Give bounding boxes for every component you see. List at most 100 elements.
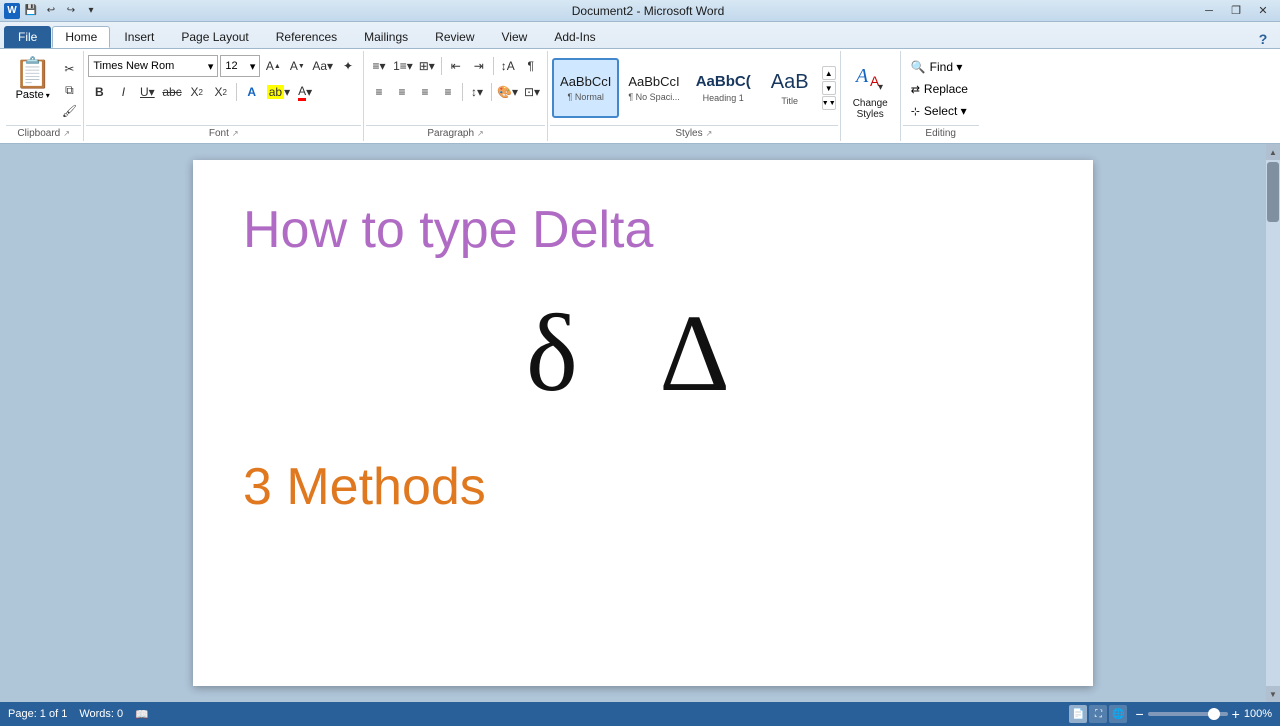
clipboard-expand-icon: ↗	[63, 129, 70, 138]
font-color-button[interactable]: A▾	[294, 81, 316, 103]
scroll-up-arrow[interactable]: ▲	[1266, 144, 1280, 160]
scroll-thumb[interactable]	[1267, 162, 1279, 222]
tab-review[interactable]: Review	[422, 26, 487, 48]
redo-qa-button[interactable]: ↪	[62, 2, 80, 20]
tab-file[interactable]: File	[4, 26, 51, 48]
style-heading1-button[interactable]: AaBbC( Heading 1	[689, 58, 758, 118]
font-size-select[interactable]: 12 ▾	[220, 55, 260, 77]
align-right-button[interactable]: ≡	[414, 81, 436, 103]
style-normal-button[interactable]: AaBbCcI ¶ Normal	[552, 58, 619, 118]
styles-up-arrow[interactable]: ▲	[822, 66, 836, 80]
select-button[interactable]: ⊹ Select ▾	[905, 101, 973, 121]
zoom-thumb[interactable]	[1208, 708, 1220, 720]
zoom-slider[interactable]	[1148, 712, 1228, 716]
web-layout-view[interactable]: 🌐	[1109, 705, 1127, 723]
copy-button[interactable]: ⧉	[59, 80, 79, 100]
tab-references[interactable]: References	[263, 26, 350, 48]
restore-button[interactable]: ❐	[1223, 2, 1249, 20]
format-painter-button[interactable]: 🖌	[59, 101, 79, 121]
para-divider4	[491, 83, 492, 101]
vertical-scrollbar[interactable]: ▲ ▼	[1266, 144, 1280, 702]
align-left-button[interactable]: ≡	[368, 81, 390, 103]
paragraph-group-label[interactable]: Paragraph ↗	[366, 125, 545, 141]
change-case-button[interactable]: Aa▾	[310, 55, 335, 77]
clear-format-button[interactable]: ✦	[337, 55, 359, 77]
line-spacing-button[interactable]: ↕▾	[466, 81, 488, 103]
underline-button[interactable]: U▾	[136, 81, 158, 103]
font-name-select[interactable]: Times New Rom ▾	[88, 55, 218, 77]
styles-group: AaBbCcI ¶ Normal AaBbCcI ¶ No Spaci... A…	[548, 51, 841, 141]
editing-group-label[interactable]: Editing	[903, 125, 979, 141]
decrease-indent-button[interactable]: ⇤	[445, 55, 467, 77]
window-title: Document2 - Microsoft Word	[572, 4, 725, 18]
save-qa-button[interactable]: 💾	[22, 2, 40, 20]
strikethrough-button[interactable]: abc	[160, 81, 183, 103]
find-button[interactable]: 🔍 Find ▾	[905, 57, 969, 77]
multilevel-button[interactable]: ⊞▾	[416, 55, 438, 77]
bold-button[interactable]: B	[88, 81, 110, 103]
print-layout-view[interactable]: 📄	[1069, 705, 1087, 723]
style-no-spacing-button[interactable]: AaBbCcI ¶ No Spaci...	[621, 58, 686, 118]
font-group-label[interactable]: Font ↗	[86, 125, 361, 141]
close-button[interactable]: ✕	[1250, 2, 1276, 20]
tab-add-ins[interactable]: Add-Ins	[541, 26, 608, 48]
styles-scroll: ▲ ▼ ▼▼	[822, 66, 836, 110]
word-icon: W	[4, 3, 20, 19]
font-row: Times New Rom ▾ 12 ▾ A▲ A▼ Aa▾ ✦	[88, 55, 359, 77]
styles-more-arrow[interactable]: ▼▼	[822, 96, 836, 110]
tab-home[interactable]: Home	[52, 26, 110, 48]
style-heading1-preview: AaBbC(	[696, 73, 751, 91]
tab-view[interactable]: View	[489, 26, 541, 48]
cut-button[interactable]: ✂	[59, 59, 79, 79]
select-label: Select ▾	[924, 104, 967, 118]
document-page[interactable]: How to type Delta δ Δ 3 Methods	[193, 160, 1093, 686]
text-highlight-button[interactable]: ab▾	[265, 81, 292, 103]
minimize-button[interactable]: ─	[1196, 2, 1222, 20]
italic-button[interactable]: I	[112, 81, 134, 103]
shrink-font-button[interactable]: A▼	[286, 55, 308, 77]
help-button[interactable]: ?	[1254, 30, 1272, 48]
styles-group-label[interactable]: Styles ↗	[550, 125, 838, 141]
style-no-spacing-preview: AaBbCcI	[628, 74, 679, 90]
bullets-button[interactable]: ≡▾	[368, 55, 390, 77]
numbering-button[interactable]: 1≡▾	[391, 55, 415, 77]
document-heading: How to type Delta	[243, 200, 1043, 260]
ribbon-content: 📋 Paste▾ ✂ ⧉ 🖌 Clipboard ↗	[0, 48, 1280, 143]
full-screen-view[interactable]: ⛶	[1089, 705, 1107, 723]
align-center-button[interactable]: ≡	[391, 81, 413, 103]
tab-insert[interactable]: Insert	[111, 26, 167, 48]
styles-down-arrow[interactable]: ▼	[822, 81, 836, 95]
font-expand-icon: ↗	[232, 129, 239, 138]
change-styles-button[interactable]: A A ▾ ChangeStyles	[845, 56, 895, 122]
customize-qa-button[interactable]: ▾	[82, 2, 100, 20]
tab-page-layout[interactable]: Page Layout	[168, 26, 261, 48]
sort-button[interactable]: ↕A	[497, 55, 519, 77]
document-main[interactable]: How to type Delta δ Δ 3 Methods	[20, 144, 1266, 702]
border-button[interactable]: ⊡▾	[521, 81, 543, 103]
para-row2: ≡ ≡ ≡ ≡ ↕▾ 🎨▾ ⊡▾	[368, 81, 543, 103]
para-row1: ≡▾ 1≡▾ ⊞▾ ⇤ ⇥ ↕A ¶	[368, 55, 542, 77]
show-formatting-button[interactable]: ¶	[520, 55, 542, 77]
view-icons: 📄 ⛶ 🌐	[1069, 705, 1127, 723]
text-effects-button[interactable]: A	[241, 81, 263, 103]
style-title-button[interactable]: AaB Title	[760, 58, 820, 118]
paste-button[interactable]: 📋 Paste▾	[8, 55, 57, 105]
shading-button[interactable]: 🎨▾	[495, 81, 520, 103]
subscript-button[interactable]: X2	[186, 81, 208, 103]
scroll-down-arrow[interactable]: ▼	[1266, 686, 1280, 702]
undo-qa-button[interactable]: ↩	[42, 2, 60, 20]
tab-mailings[interactable]: Mailings	[351, 26, 421, 48]
increase-indent-button[interactable]: ⇥	[468, 55, 490, 77]
style-title-label: Title	[781, 96, 798, 106]
clipboard-group-label[interactable]: Clipboard ↗	[6, 125, 81, 141]
grow-font-button[interactable]: A▲	[262, 55, 284, 77]
change-styles-label: ChangeStyles	[853, 98, 888, 120]
superscript-button[interactable]: X2	[210, 81, 232, 103]
justify-button[interactable]: ≡	[437, 81, 459, 103]
paragraph-group: ≡▾ 1≡▾ ⊞▾ ⇤ ⇥ ↕A ¶ ≡ ≡ ≡ ≡ ↕▾	[364, 51, 548, 141]
editing-group: 🔍 Find ▾ ⇄ Replace ⊹ Select ▾ Editing	[901, 51, 981, 141]
title-bar-left: W 💾 ↩ ↪ ▾	[4, 2, 100, 20]
font-divider1	[236, 83, 237, 101]
replace-button[interactable]: ⇄ Replace	[905, 79, 974, 99]
document-methods: 3 Methods	[243, 457, 1043, 517]
